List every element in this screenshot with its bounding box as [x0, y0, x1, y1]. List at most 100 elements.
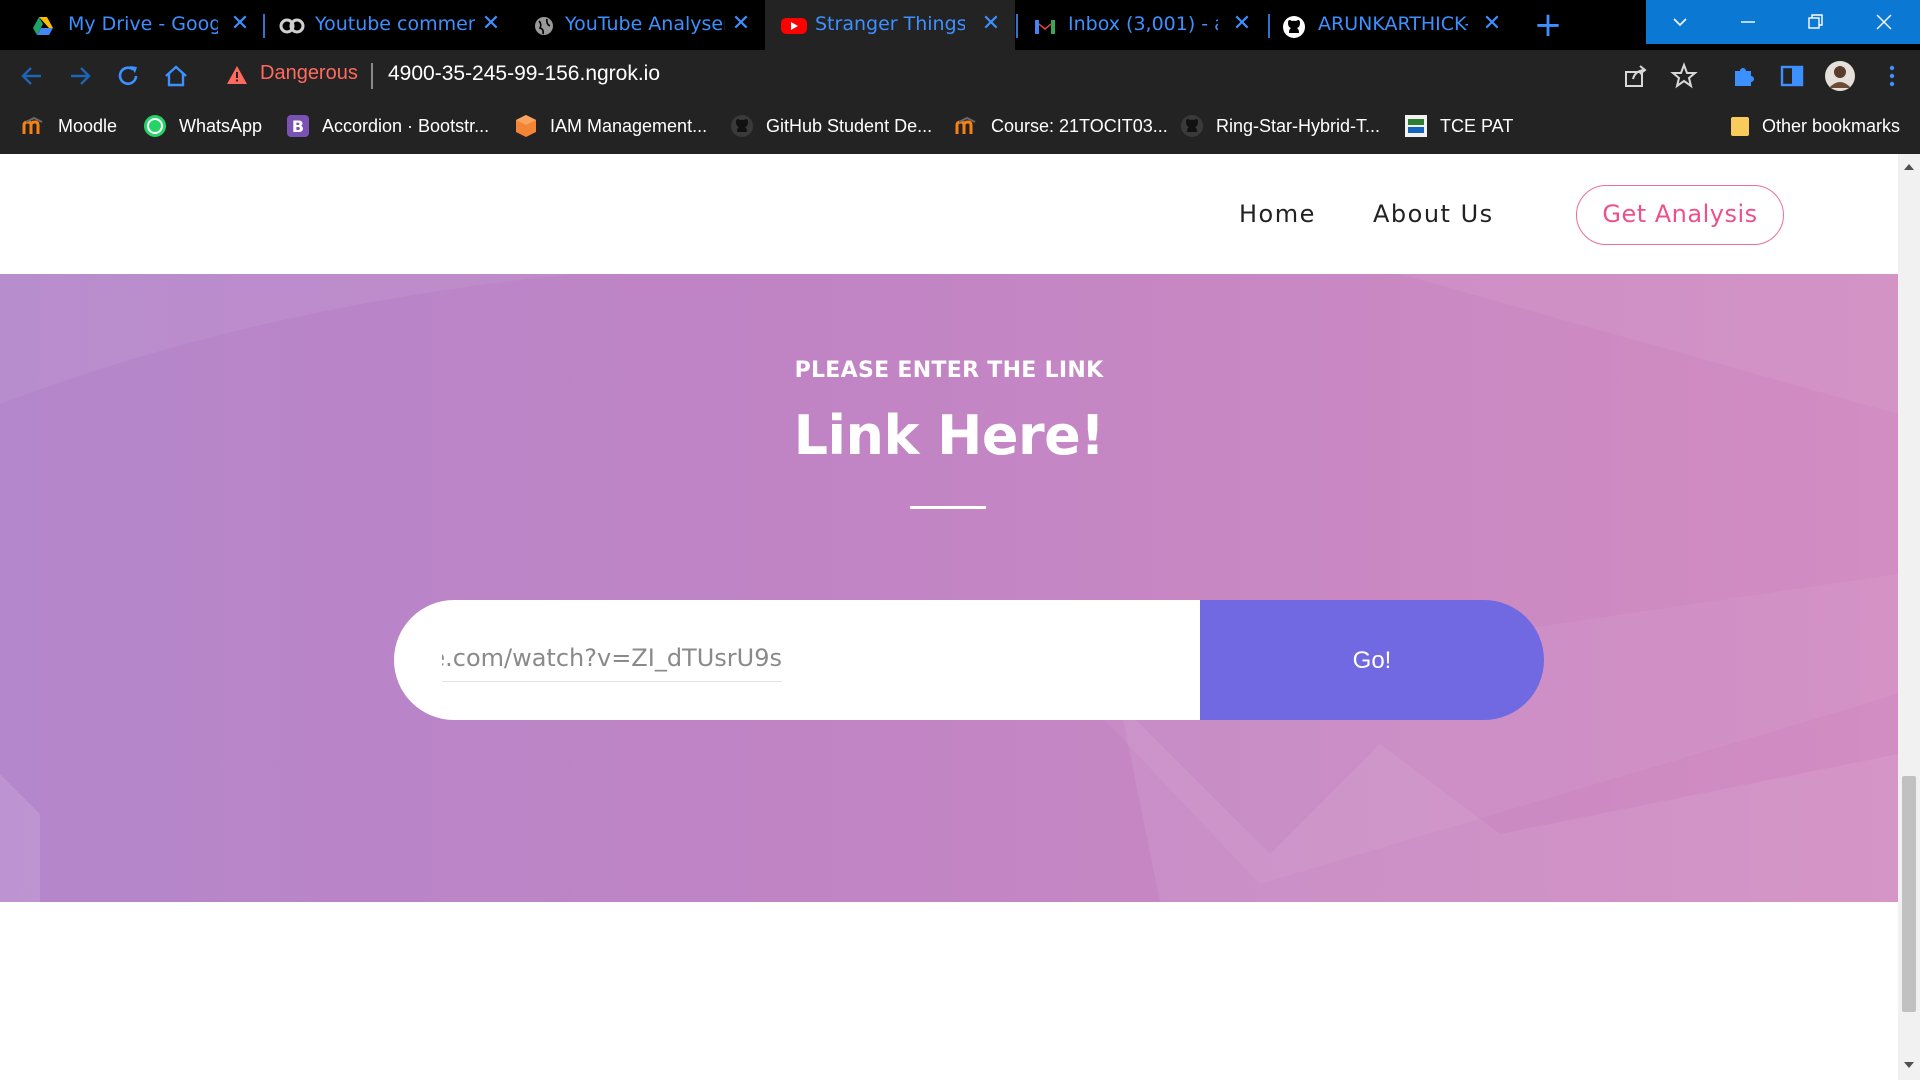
bookmark-tce-pat[interactable]: TCE PAT	[1404, 113, 1513, 139]
url-text[interactable]: 4900-35-245-99-156.ngrok.io	[388, 62, 660, 86]
bookmark-label: Accordion · Bootstr...	[322, 115, 490, 136]
gmail-icon	[1033, 15, 1055, 37]
tab-title: Inbox (3,001) - arun	[1068, 13, 1218, 35]
other-bookmarks[interactable]: Other bookmarks	[1730, 113, 1900, 139]
star-icon	[1670, 62, 1698, 89]
forward-button[interactable]	[66, 62, 94, 90]
share-button[interactable]	[1622, 62, 1650, 90]
globe-icon	[533, 15, 555, 37]
tab-youtube-comments[interactable]: Youtube comments ✕	[265, 0, 515, 50]
bookmark-github-student[interactable]: GitHub Student De...	[730, 113, 932, 139]
home-button[interactable]	[162, 62, 190, 90]
bookmark-course[interactable]: Course: 21TOCIT03...	[955, 113, 1168, 139]
tab-title: Stranger Things 4 |	[815, 13, 965, 35]
share-icon	[1625, 65, 1647, 87]
close-icon[interactable]: ✕	[228, 11, 252, 37]
tab-title: Youtube comments	[315, 13, 475, 35]
bookmark-label: IAM Management...	[550, 115, 708, 136]
whatsapp-icon	[143, 114, 167, 138]
close-icon[interactable]: ✕	[1230, 11, 1254, 37]
bookmark-ring-star-hybrid[interactable]: Ring-Star-Hybrid-T...	[1180, 113, 1380, 139]
get-analysis-button[interactable]: Get Analysis	[1576, 185, 1784, 245]
github-icon	[1282, 15, 1305, 38]
title-underline	[910, 506, 986, 509]
close-icon[interactable]: ✕	[1480, 11, 1504, 37]
page-viewport: Home About Us Get Analysis PLEASE ENTER …	[0, 154, 1898, 1080]
tab-title: My Drive - Google	[68, 13, 218, 35]
side-panel-button[interactable]	[1778, 62, 1806, 90]
bookmark-iam-management[interactable]: IAM Management...	[514, 113, 707, 139]
moodle-icon	[22, 114, 46, 138]
restore-icon	[1808, 14, 1823, 29]
nav-about-link[interactable]: About Us	[1373, 200, 1494, 228]
nav-home-link[interactable]: Home	[1239, 200, 1316, 228]
bookmark-label: Moodle	[58, 115, 118, 136]
tab-strip: My Drive - Google ✕ Youtube comments ✕ Y…	[0, 0, 1920, 50]
aws-icon	[514, 114, 538, 138]
tab-youtube-analyser[interactable]: YouTube Analyser! ✕	[515, 0, 765, 50]
scroll-down-icon[interactable]	[1904, 1062, 1914, 1068]
link-form: Go!	[394, 600, 1544, 720]
tab-search-button[interactable]	[1646, 0, 1714, 44]
link-input[interactable]	[442, 634, 782, 682]
tab-stranger-things[interactable]: Stranger Things 4 | ✕	[765, 0, 1015, 50]
tab-title: ARUNKARTHICK-S/	[1318, 13, 1468, 35]
scrollbar-thumb[interactable]	[1902, 776, 1916, 1012]
bookmark-label: Course: 21TOCIT03...	[991, 115, 1168, 136]
bookmark-label: WhatsApp	[179, 115, 263, 136]
minimize-button[interactable]	[1714, 0, 1782, 44]
arrow-left-icon	[21, 67, 41, 85]
hero-title: Link Here!	[793, 404, 1105, 467]
tab-my-drive[interactable]: My Drive - Google ✕	[0, 0, 262, 50]
bootstrap-icon: B	[286, 114, 310, 138]
bookmark-accordion-bootstrap[interactable]: B Accordion · Bootstr...	[286, 113, 489, 139]
github-icon	[1180, 114, 1204, 138]
page-scrollbar[interactable]	[1898, 154, 1920, 1080]
page-footer-area	[0, 902, 1898, 1080]
close-icon[interactable]: ✕	[729, 11, 753, 37]
security-status[interactable]: Dangerous	[260, 62, 358, 85]
colab-icon	[279, 15, 305, 37]
other-bookmarks-label: Other bookmarks	[1762, 115, 1901, 136]
extensions-button[interactable]	[1730, 62, 1758, 90]
tab-gmail-inbox[interactable]: Inbox (3,001) - arun ✕	[1018, 0, 1268, 50]
google-drive-icon	[32, 15, 54, 37]
side-panel-icon	[1780, 65, 1804, 87]
link-input-container[interactable]	[394, 600, 1200, 720]
bookmark-moodle[interactable]: Moodle	[22, 113, 117, 139]
menu-button[interactable]	[1878, 62, 1906, 90]
hero-eyebrow: PLEASE ENTER THE LINK	[794, 358, 1104, 383]
close-icon[interactable]: ✕	[479, 11, 503, 37]
arrow-right-icon	[71, 67, 91, 85]
tab-github-repo[interactable]: ARUNKARTHICK-S/ ✕	[1270, 0, 1520, 50]
moodle-icon	[955, 114, 979, 138]
bookmark-label: GitHub Student De...	[766, 115, 933, 136]
warning-icon[interactable]	[226, 64, 248, 90]
address-bar[interactable]: Dangerous 4900-35-245-99-156.ngrok.io	[208, 56, 1708, 94]
site-header: Home About Us Get Analysis	[0, 154, 1898, 274]
close-window-button[interactable]	[1850, 0, 1920, 44]
avatar[interactable]	[1824, 60, 1856, 92]
browser-toolbar: Dangerous 4900-35-245-99-156.ngrok.io	[0, 50, 1920, 100]
back-button[interactable]	[18, 62, 46, 90]
close-icon[interactable]: ✕	[979, 11, 1003, 37]
close-icon	[1876, 14, 1892, 30]
tab-title: YouTube Analyser!	[565, 13, 725, 35]
youtube-icon	[781, 15, 807, 37]
bookmarks-bar: Moodle WhatsApp B Accordion · Bootstr...…	[0, 100, 1920, 154]
scroll-up-icon[interactable]	[1904, 164, 1914, 170]
chevron-down-icon	[1673, 18, 1687, 27]
bookmark-label: Ring-Star-Hybrid-T...	[1216, 115, 1381, 136]
puzzle-icon	[1735, 68, 1754, 86]
bookmark-whatsapp[interactable]: WhatsApp	[143, 113, 262, 139]
reload-button[interactable]	[114, 62, 142, 90]
hero-section: PLEASE ENTER THE LINK Link Here! Go!	[0, 274, 1898, 902]
bookmark-star-button[interactable]	[1670, 62, 1698, 90]
tce-icon	[1404, 114, 1428, 138]
home-icon	[165, 65, 187, 87]
github-icon	[730, 114, 754, 138]
restore-button[interactable]	[1782, 0, 1850, 44]
new-tab-button[interactable]: +	[1530, 8, 1566, 44]
more-vertical-icon	[1889, 65, 1895, 87]
go-button[interactable]: Go!	[1200, 600, 1544, 720]
